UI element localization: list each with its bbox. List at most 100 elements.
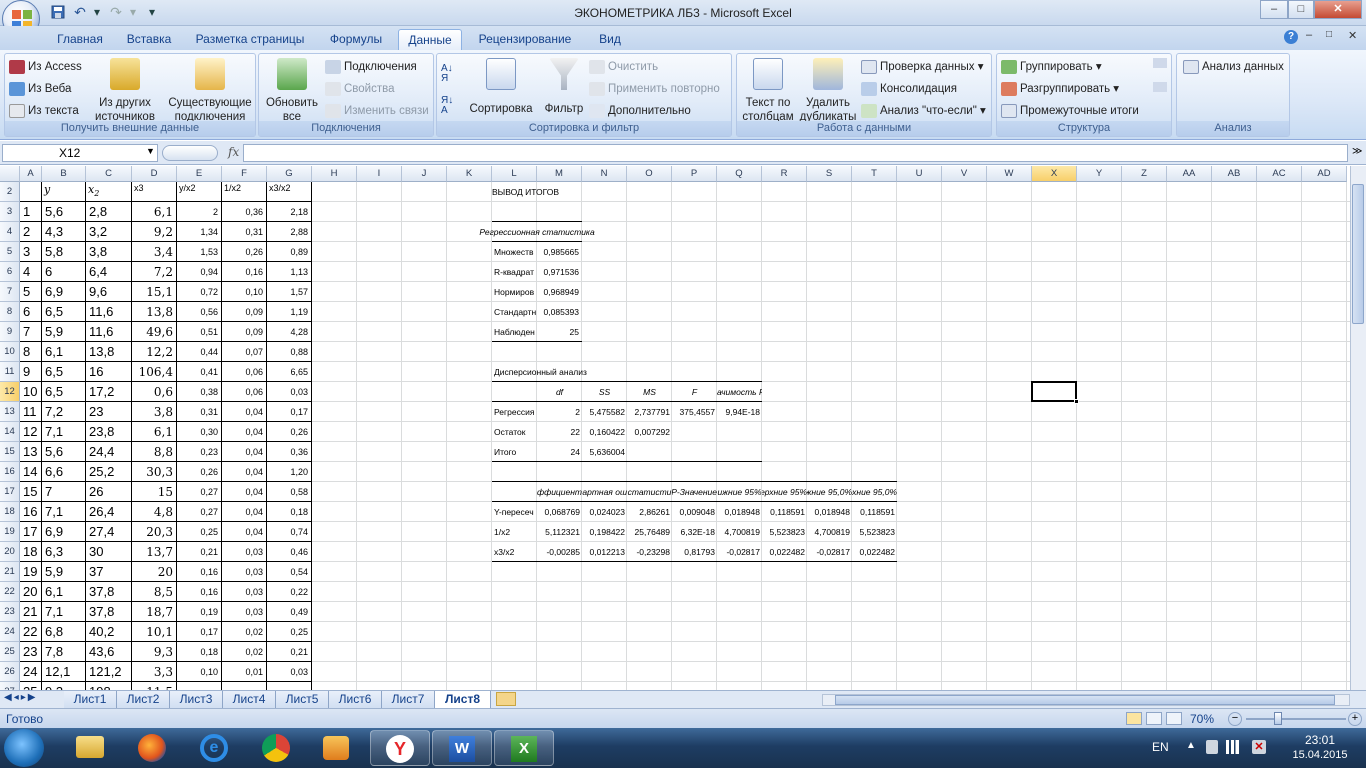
table-cell[interactable]: 0,26 bbox=[267, 422, 312, 442]
table-cell[interactable]: 3,8 bbox=[132, 402, 177, 422]
insert-sheet-icon[interactable] bbox=[496, 692, 516, 706]
table-cell[interactable]: 19 bbox=[20, 562, 42, 582]
vertical-scroll-thumb[interactable] bbox=[1352, 184, 1364, 324]
column-header-n[interactable]: N bbox=[582, 166, 627, 182]
table-cell[interactable]: 0,54 bbox=[267, 562, 312, 582]
table-cell[interactable]: 11,6 bbox=[86, 322, 132, 342]
media-player-taskbar-icon[interactable] bbox=[306, 730, 366, 766]
row-header-23[interactable]: 23 bbox=[0, 602, 20, 622]
row-header-15[interactable]: 15 bbox=[0, 442, 20, 462]
reapply-button[interactable]: Применить повторно bbox=[589, 82, 720, 96]
table-cell[interactable]: 0,36 bbox=[222, 202, 267, 222]
table-cell[interactable]: 9,6 bbox=[86, 282, 132, 302]
table-cell[interactable]: 23,8 bbox=[86, 422, 132, 442]
table-cell[interactable]: 0,51 bbox=[177, 322, 222, 342]
sort-button[interactable]: Сортировка bbox=[465, 58, 537, 116]
table-cell[interactable]: 15 bbox=[132, 482, 177, 502]
table-cell[interactable]: 0,44 bbox=[177, 342, 222, 362]
table-cell[interactable]: 9,3 bbox=[42, 682, 86, 690]
table-cell[interactable]: 0,03 bbox=[267, 662, 312, 682]
table-cell[interactable]: 198 bbox=[86, 682, 132, 690]
column-header-g[interactable]: G bbox=[267, 166, 312, 182]
column-header-aa[interactable]: AA bbox=[1167, 166, 1212, 182]
table-cell[interactable]: 0,21 bbox=[177, 542, 222, 562]
table-cell[interactable]: 17 bbox=[20, 522, 42, 542]
table-cell[interactable]: 0,06 bbox=[222, 362, 267, 382]
column-header-ac[interactable]: AC bbox=[1257, 166, 1302, 182]
table-cell[interactable]: 14 bbox=[20, 462, 42, 482]
table-cell[interactable]: 0,88 bbox=[267, 342, 312, 362]
workbook-close-icon[interactable]: ✕ bbox=[1348, 29, 1357, 42]
table-cell[interactable]: 7 bbox=[20, 322, 42, 342]
table-cell[interactable]: 6,5 bbox=[42, 382, 86, 402]
table-cell[interactable]: 2 bbox=[177, 202, 222, 222]
table-cell[interactable]: 0,89 bbox=[267, 242, 312, 262]
subtotal-button[interactable]: Промежуточные итоги bbox=[1001, 104, 1139, 118]
tab-home[interactable]: Главная bbox=[48, 29, 112, 50]
table-cell[interactable]: 6,1 bbox=[132, 202, 177, 222]
table-cell[interactable]: 2 bbox=[20, 222, 42, 242]
row-header-2[interactable]: 2 bbox=[0, 182, 20, 202]
row-header-22[interactable]: 22 bbox=[0, 582, 20, 602]
table-cell[interactable]: 0,06 bbox=[222, 382, 267, 402]
table-cell[interactable]: 49,6 bbox=[132, 322, 177, 342]
table-cell[interactable]: 2,88 bbox=[267, 222, 312, 242]
table-cell[interactable]: 2,8 bbox=[86, 202, 132, 222]
ungroup-button[interactable]: Разгруппировать ▾ bbox=[1001, 82, 1119, 96]
table-cell[interactable]: 6,9 bbox=[42, 282, 86, 302]
row-header-8[interactable]: 8 bbox=[0, 302, 20, 322]
table-cell[interactable]: 0,22 bbox=[267, 582, 312, 602]
table-cell[interactable]: 27,4 bbox=[86, 522, 132, 542]
table-cell[interactable]: 3,2 bbox=[86, 222, 132, 242]
table-cell[interactable]: 0,04 bbox=[222, 402, 267, 422]
table-cell[interactable]: 5,8 bbox=[42, 242, 86, 262]
table-cell[interactable]: 1,19 bbox=[267, 302, 312, 322]
column-header-e[interactable]: E bbox=[177, 166, 222, 182]
table-cell[interactable]: 0,17 bbox=[177, 622, 222, 642]
expand-formula-bar-icon[interactable]: ≫ bbox=[1352, 146, 1362, 157]
row-header-21[interactable]: 21 bbox=[0, 562, 20, 582]
clock-time[interactable]: 23:01 bbox=[1292, 733, 1348, 747]
column-header-i[interactable]: I bbox=[357, 166, 402, 182]
table-cell[interactable]: 0,30 bbox=[177, 422, 222, 442]
table-cell[interactable]: 0,04 bbox=[222, 522, 267, 542]
zoom-slider[interactable] bbox=[1246, 718, 1346, 720]
from-text-button[interactable]: Из текста bbox=[9, 104, 79, 118]
sheet-tab-6[interactable]: Лист6 bbox=[329, 691, 382, 708]
table-cell[interactable]: 0,27 bbox=[177, 482, 222, 502]
table-cell[interactable]: 0,04 bbox=[222, 442, 267, 462]
fill-handle[interactable] bbox=[1074, 399, 1079, 404]
save-icon[interactable] bbox=[50, 3, 66, 21]
column-header-l[interactable]: L bbox=[492, 166, 537, 182]
table-cell[interactable]: 0,04 bbox=[222, 462, 267, 482]
row-header-24[interactable]: 24 bbox=[0, 622, 20, 642]
active-cell[interactable] bbox=[1031, 381, 1077, 402]
table-cell[interactable]: 20 bbox=[132, 562, 177, 582]
network-error-icon[interactable]: ✕ bbox=[1252, 740, 1266, 754]
sheet-tab-8[interactable]: Лист8 bbox=[435, 691, 491, 708]
signal-strength-icon[interactable] bbox=[1226, 740, 1242, 754]
table-cell[interactable]: 0,02 bbox=[222, 642, 267, 662]
formula-input[interactable] bbox=[243, 144, 1348, 162]
table-cell[interactable]: 7,1 bbox=[42, 602, 86, 622]
table-cell[interactable]: 0,09 bbox=[222, 302, 267, 322]
table-cell[interactable]: 23 bbox=[20, 642, 42, 662]
show-detail-icon[interactable] bbox=[1153, 58, 1167, 68]
sheet-tab-5[interactable]: Лист5 bbox=[276, 691, 329, 708]
table-cell[interactable]: 0,26 bbox=[222, 242, 267, 262]
zoom-out-icon[interactable]: − bbox=[1228, 712, 1242, 726]
show-hidden-icons-icon[interactable]: ▲ bbox=[1186, 740, 1196, 751]
tab-insert[interactable]: Вставка bbox=[118, 29, 180, 50]
row-header-20[interactable]: 20 bbox=[0, 542, 20, 562]
horizontal-scrollbar[interactable] bbox=[822, 694, 1350, 706]
table-cell[interactable]: 0,16 bbox=[177, 562, 222, 582]
column-header-m[interactable]: M bbox=[537, 166, 582, 182]
table-cell[interactable]: 0,16 bbox=[177, 582, 222, 602]
table-cell[interactable]: 3,4 bbox=[132, 242, 177, 262]
table-cell[interactable]: 0,41 bbox=[177, 362, 222, 382]
advanced-filter-button[interactable]: Дополнительно bbox=[589, 104, 691, 118]
table-cell[interactable]: 6,1 bbox=[42, 342, 86, 362]
page-break-view-icon[interactable] bbox=[1166, 712, 1182, 725]
close-button[interactable]: ✕ bbox=[1314, 0, 1362, 19]
consolidate-button[interactable]: Консолидация bbox=[861, 82, 957, 96]
